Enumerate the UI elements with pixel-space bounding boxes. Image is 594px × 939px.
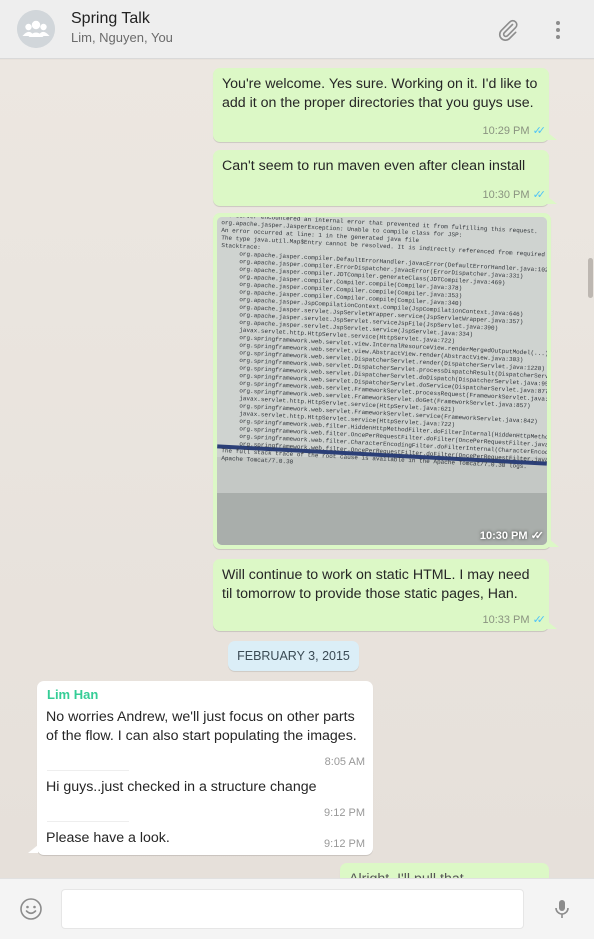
bubble-tail (28, 845, 38, 853)
message-line: of the flow. I can also start populating… (46, 728, 357, 744)
scrollbar-thumb[interactable] (588, 258, 593, 298)
message-line: til tomorrow to provide those static pag… (222, 586, 518, 602)
chat-title[interactable]: Spring Talk (71, 10, 150, 28)
message-meta: 10:30 PM ✓✓ (482, 188, 547, 201)
composer-bar (0, 878, 594, 939)
message-time: 10:30 PM (482, 189, 530, 201)
message-line: add it on the proper directories that yo… (222, 95, 534, 111)
message-time: 8:05 AM (324, 756, 365, 768)
outgoing-message-partial[interactable]: Alright. I'll pull that (340, 863, 549, 878)
chat-header: Spring Talk Lim, Nguyen, You (0, 0, 594, 59)
sender-name[interactable]: Lim Han (47, 687, 98, 702)
message-meta: 10:29 PM ✓✓ (482, 124, 547, 137)
emoji-icon[interactable] (19, 897, 43, 921)
message-meta: 10:33 PM ✓✓ (482, 613, 547, 626)
stacktrace-photo[interactable]: The server encountered an internal error… (217, 217, 547, 545)
read-ticks-icon: ✓✓ (532, 614, 547, 626)
message-list[interactable]: You're welcome. Yes sure. Working on it.… (0, 60, 594, 878)
bubble-tail (549, 539, 559, 547)
outgoing-message[interactable]: Can't seem to run maven even after clean… (213, 150, 557, 206)
message-input[interactable] (61, 889, 524, 929)
message-text: Alright. I'll pull that (349, 870, 464, 878)
read-ticks-icon: ✓✓ (530, 530, 545, 542)
outgoing-image-message[interactable]: The server encountered an internal error… (213, 213, 559, 549)
message-meta: 10:30 PM ✓✓ (479, 529, 545, 542)
date-divider: FEBRUARY 3, 2015 (228, 641, 359, 671)
message-line: No worries Andrew, we'll just focus on o… (46, 709, 355, 725)
microphone-icon[interactable] (550, 897, 574, 921)
read-ticks-icon: ✓✓ (532, 189, 547, 201)
message-text: Will continue to work on static HTML. I … (222, 566, 530, 604)
bubble-tail (547, 196, 557, 204)
message-text: Can't seem to run maven even after clean… (222, 157, 525, 176)
read-ticks-icon: ✓✓ (532, 125, 547, 137)
chat-participants: Lim, Nguyen, You (71, 30, 173, 45)
message-text: Please have a look. (46, 829, 170, 848)
outgoing-message[interactable]: Will continue to work on static HTML. I … (213, 559, 557, 631)
bubble-tail (547, 621, 557, 629)
message-time: 10:30 PM (479, 530, 528, 542)
photo-content: The server encountered an internal error… (217, 217, 547, 545)
incoming-message-group[interactable]: Lim Han No worries Andrew, we'll just fo… (28, 681, 373, 855)
message-line: Hi guys..just checked in a structure cha… (46, 779, 317, 795)
message-line: Please have a look. (46, 830, 170, 846)
message-text: You're welcome. Yes sure. Working on it.… (222, 75, 537, 113)
paperclip-icon[interactable] (496, 18, 520, 42)
outgoing-message[interactable]: You're welcome. Yes sure. Working on it.… (213, 68, 557, 142)
message-separator (47, 770, 129, 771)
message-separator (47, 821, 129, 822)
message-line: Will continue to work on static HTML. I … (222, 567, 530, 583)
kebab-menu-icon[interactable] (546, 18, 570, 42)
message-time: 9:12 PM (324, 807, 365, 819)
message-text: Hi guys..just checked in a structure cha… (46, 778, 317, 797)
group-avatar-icon[interactable] (17, 10, 55, 48)
bubble-tail (547, 132, 557, 140)
message-time: 9:12 PM (324, 838, 365, 850)
message-text: No worries Andrew, we'll just focus on o… (46, 708, 357, 746)
message-time: 10:29 PM (482, 125, 530, 137)
message-line: Can't seem to run maven even after clean… (222, 158, 526, 174)
message-line: You're welcome. Yes sure. Working on it.… (222, 76, 538, 92)
message-time: 10:33 PM (482, 614, 530, 626)
